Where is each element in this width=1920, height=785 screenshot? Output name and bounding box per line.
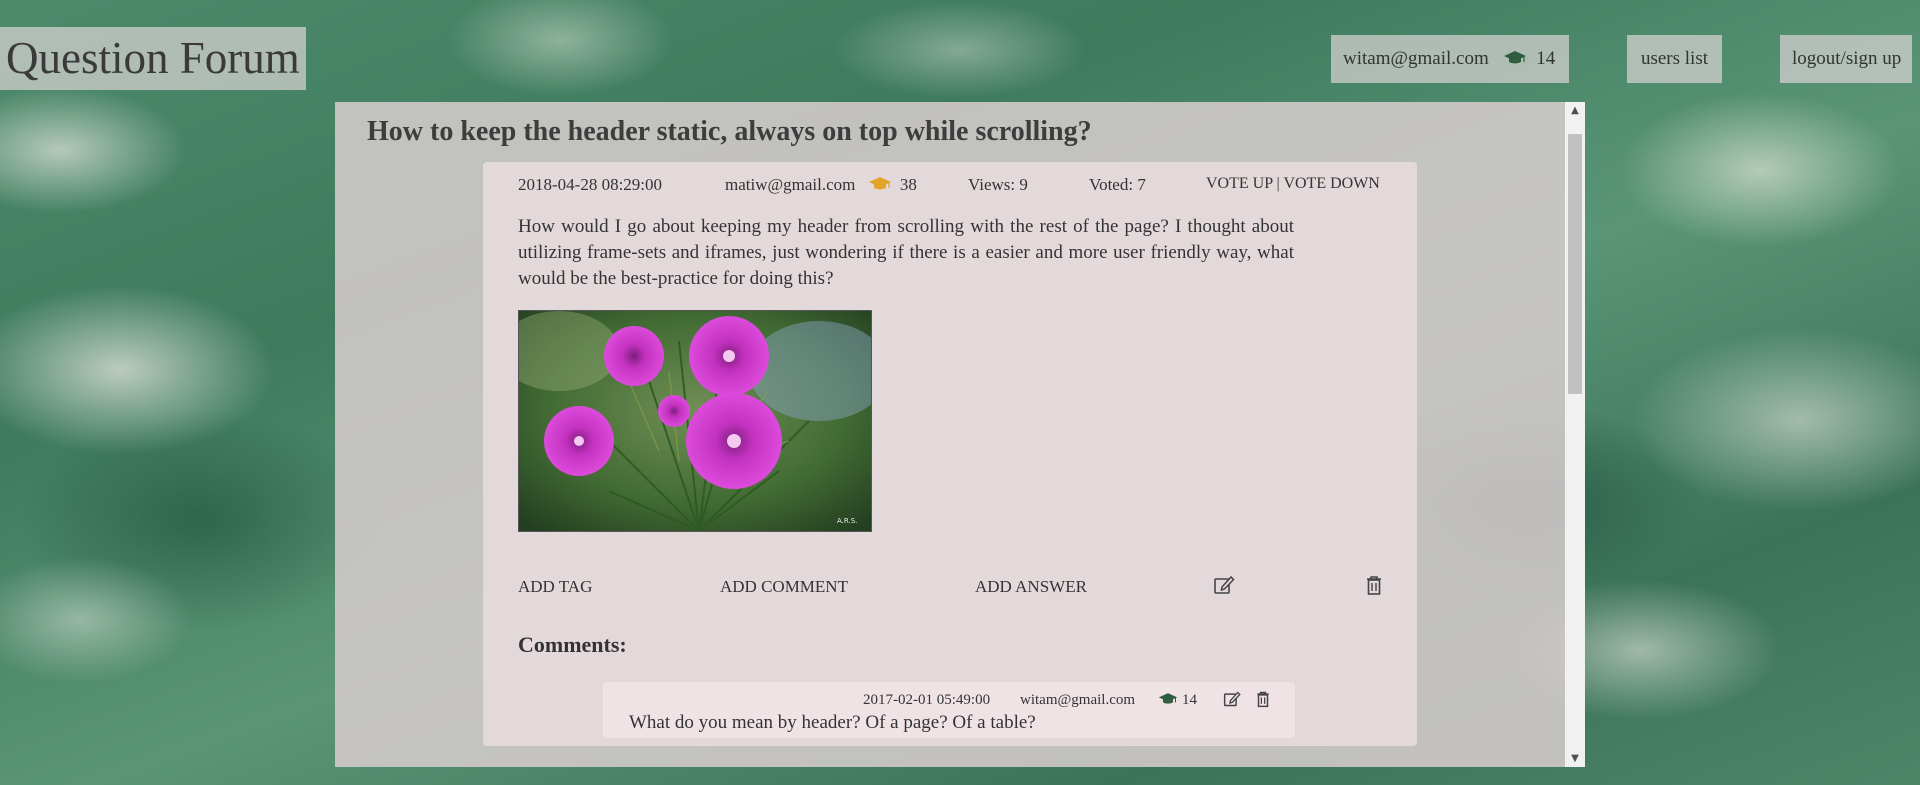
graduation-cap-icon (868, 177, 891, 190)
vote-separator: | (1276, 175, 1280, 192)
scroll-up-arrow-icon[interactable]: ▲ (1565, 102, 1585, 119)
trash-icon[interactable] (1254, 690, 1272, 708)
flower-photo: A.R.S. (519, 311, 871, 531)
edit-icon[interactable] (1213, 574, 1235, 596)
comment-text: What do you mean by header? Of a page? O… (629, 712, 1036, 733)
vote-up-button[interactable]: VOTE UP (1206, 175, 1273, 192)
comments-heading: Comments: (518, 632, 627, 657)
graduation-cap-icon (1158, 693, 1178, 704)
question-voted: Voted: 7 (1089, 175, 1146, 194)
comment-reputation-value: 14 (1182, 692, 1197, 708)
comment-item: 2017-02-01 05:49:00 witam@gmail.com 14 W… (603, 682, 1295, 738)
current-user-email: witam@gmail.com (1343, 48, 1489, 69)
question-author-reputation: 38 (899, 175, 917, 194)
main-panel[interactable]: How to keep the header static, always on… (335, 102, 1585, 767)
comment-date: 2017-02-01 05:49:00 (863, 692, 991, 708)
question-image: A.R.S. (518, 310, 872, 532)
comment-author[interactable]: witam@gmail.com (1020, 692, 1135, 709)
vote-controls: VOTE UP | VOTE DOWN (1206, 175, 1380, 193)
question-title: How to keep the header static, always on… (367, 116, 1092, 147)
question-views: Views: 9 (968, 175, 1028, 194)
comment-reputation: 14 (1158, 692, 1197, 709)
add-answer-button[interactable]: ADD ANSWER (975, 577, 1087, 597)
question-author[interactable]: matiw@gmail.com 38 (725, 175, 917, 195)
graduation-cap-icon (1504, 51, 1527, 64)
vote-down-button[interactable]: VOTE DOWN (1283, 175, 1379, 192)
trash-icon[interactable] (1363, 574, 1385, 596)
current-user-reputation: 14 (1536, 48, 1556, 69)
vertical-scrollbar[interactable]: ▲ ▼ (1565, 102, 1585, 767)
question-card: 2018-04-28 08:29:00 matiw@gmail.com 38 V… (483, 162, 1417, 746)
edit-icon[interactable] (1223, 690, 1241, 708)
scroll-down-arrow-icon[interactable]: ▼ (1565, 750, 1585, 767)
scrollbar-thumb[interactable] (1568, 134, 1582, 394)
image-watermark: A.R.S. (837, 517, 857, 525)
site-title[interactable]: Question Forum (0, 27, 306, 90)
current-user[interactable]: witam@gmail.com 14 (1331, 35, 1569, 83)
question-body: How would I go about keeping my header f… (518, 216, 1294, 289)
users-list-link[interactable]: users list (1627, 35, 1722, 83)
question-author-email: matiw@gmail.com (725, 175, 856, 194)
add-comment-button[interactable]: ADD COMMENT (720, 577, 848, 597)
question-date: 2018-04-28 08:29:00 (518, 175, 663, 194)
logout-link[interactable]: logout/sign up (1780, 35, 1912, 83)
add-tag-button[interactable]: ADD TAG (518, 577, 592, 597)
